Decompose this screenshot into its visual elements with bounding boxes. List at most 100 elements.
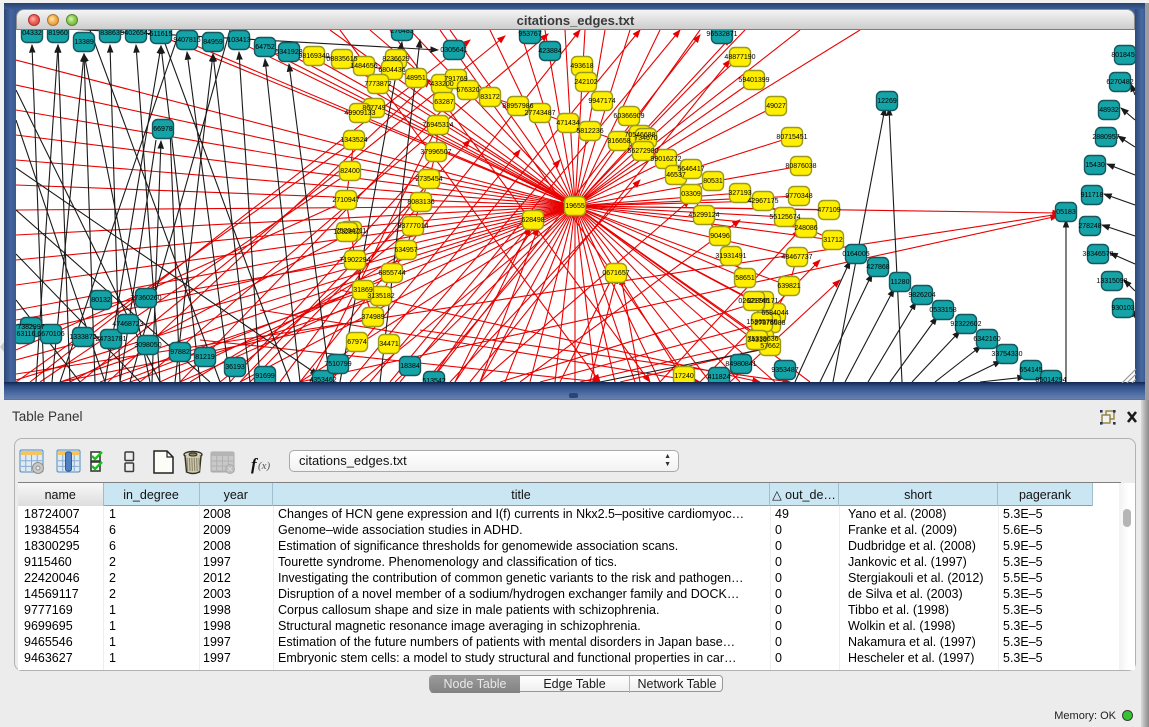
svg-text:03309: 03309 [681,191,701,198]
svg-text:92322602: 92322602 [950,321,981,328]
svg-text:242102: 242102 [574,79,597,86]
svg-text:80531: 80531 [703,178,723,185]
svg-text:24731781: 24731781 [95,336,126,343]
svg-text:493618: 493618 [570,63,593,70]
svg-text:9947174: 9947174 [588,98,615,105]
svg-text:9353487: 9353487 [771,367,798,374]
svg-text:34316: 34316 [747,337,767,344]
svg-text:34471: 34471 [379,341,399,348]
svg-text:(x): (x) [258,460,271,472]
svg-text:791769: 791769 [444,76,467,83]
svg-text:316658: 316658 [607,138,630,145]
svg-text:76945314: 76945314 [422,122,453,129]
svg-text:99016272: 99016272 [650,156,681,163]
svg-text:36193: 36193 [225,364,245,371]
svg-text:27743487: 27743487 [524,110,555,117]
svg-text:1333872: 1333872 [69,334,96,341]
svg-text:1232812: 1232812 [333,229,360,236]
svg-text:49027: 49027 [766,103,786,110]
svg-text:411824: 411824 [708,374,731,381]
svg-text:97882: 97882 [170,349,190,356]
svg-text:49909133: 49909133 [344,110,375,117]
svg-text:84980841: 84980841 [725,361,756,368]
svg-text:423884: 423884 [538,48,561,55]
svg-text:37996507: 37996507 [420,149,451,156]
svg-text:46537: 46537 [666,172,686,179]
svg-text:98169340: 98169340 [298,53,329,60]
svg-text:15865780: 15865780 [746,319,777,326]
svg-text:8236629: 8236629 [382,56,409,63]
svg-text:88957986: 88957986 [502,103,533,110]
svg-text:0305641: 0305641 [440,47,467,54]
svg-text:13389: 13389 [74,39,94,46]
svg-text:81960: 81960 [48,30,68,37]
svg-text:248086: 248086 [794,225,817,232]
svg-text:48951: 48951 [406,75,426,82]
svg-text:930103: 930103 [1111,305,1134,312]
svg-text:763116: 763116 [16,331,36,338]
svg-text:911718: 911718 [1081,192,1104,199]
svg-text:91699: 91699 [255,373,275,380]
svg-text:4353462: 4353462 [309,377,336,382]
svg-text:8018451: 8018451 [1111,52,1135,59]
svg-text:3098050: 3098050 [134,342,161,349]
svg-text:12269: 12269 [877,98,897,105]
svg-text:64752: 64752 [255,44,275,51]
svg-text:67974: 67974 [347,339,367,346]
svg-text:0533158: 0533158 [929,307,956,314]
svg-text:2710947: 2710947 [332,197,359,204]
svg-text:1484656: 1484656 [350,63,377,70]
svg-text:9770348: 9770348 [785,193,812,200]
svg-text:81219: 81219 [195,354,215,361]
svg-text:634957: 634957 [394,247,417,254]
svg-text:55125674: 55125674 [769,214,800,221]
svg-text:71902294: 71902294 [339,257,370,264]
svg-text:48932: 48932 [1099,107,1119,114]
svg-text:31712: 31712 [823,237,843,244]
svg-text:48877190: 48877190 [724,54,755,61]
svg-text:60366909: 60366909 [613,113,644,120]
svg-text:31931491: 31931491 [715,253,746,260]
svg-text:7773872: 7773872 [364,81,391,88]
svg-text:8083136: 8083136 [407,199,434,206]
svg-text:2735454: 2735454 [415,176,442,183]
svg-text:513542: 513542 [422,378,445,382]
svg-text:278248: 278248 [1078,223,1101,230]
svg-text:6855744: 6855744 [378,270,405,277]
svg-text:96532871: 96532871 [706,31,737,38]
svg-text:6270482: 6270482 [1106,79,1133,86]
svg-text:19655: 19655 [565,203,585,210]
svg-text:9826204: 9826204 [908,292,935,299]
svg-text:6342160: 6342160 [973,336,1000,343]
svg-text:08835615: 08835615 [326,56,357,63]
svg-text:6584044: 6584044 [761,310,788,317]
svg-text:953767: 953767 [518,31,541,38]
svg-text:17240: 17240 [674,373,694,380]
svg-text:734670: 734670 [634,135,657,142]
svg-text:57662: 57662 [760,343,780,350]
svg-text:38346578: 38346578 [1082,251,1113,258]
svg-text:80132: 80132 [91,297,111,304]
svg-text:90496: 90496 [710,233,730,240]
svg-text:63287: 63287 [434,99,454,106]
svg-text:33754330: 33754330 [991,351,1022,358]
svg-text:83863: 83863 [100,30,120,37]
svg-text:84959: 84959 [203,39,223,46]
svg-text:04332: 04332 [22,30,42,37]
svg-text:77360260: 77360260 [130,295,161,302]
svg-text:58651: 58651 [735,275,755,282]
svg-text:80715451: 80715451 [776,134,807,141]
svg-text:2880957: 2880957 [1092,134,1119,141]
svg-text:0164005: 0164005 [842,251,869,258]
svg-text:639821: 639821 [777,283,800,290]
svg-text:628498: 628498 [521,217,544,224]
svg-text:45299124: 45299124 [688,212,719,219]
svg-text:94026542: 94026542 [120,30,151,37]
svg-text:85014294: 85014294 [1035,377,1066,382]
svg-text:5812236: 5812236 [576,128,603,135]
svg-text:83172: 83172 [480,94,500,101]
svg-text:13315098: 13315098 [1096,278,1127,285]
svg-text:477109: 477109 [817,207,840,214]
svg-text:327193: 327193 [728,190,751,197]
svg-text:15430: 15430 [1085,162,1105,169]
